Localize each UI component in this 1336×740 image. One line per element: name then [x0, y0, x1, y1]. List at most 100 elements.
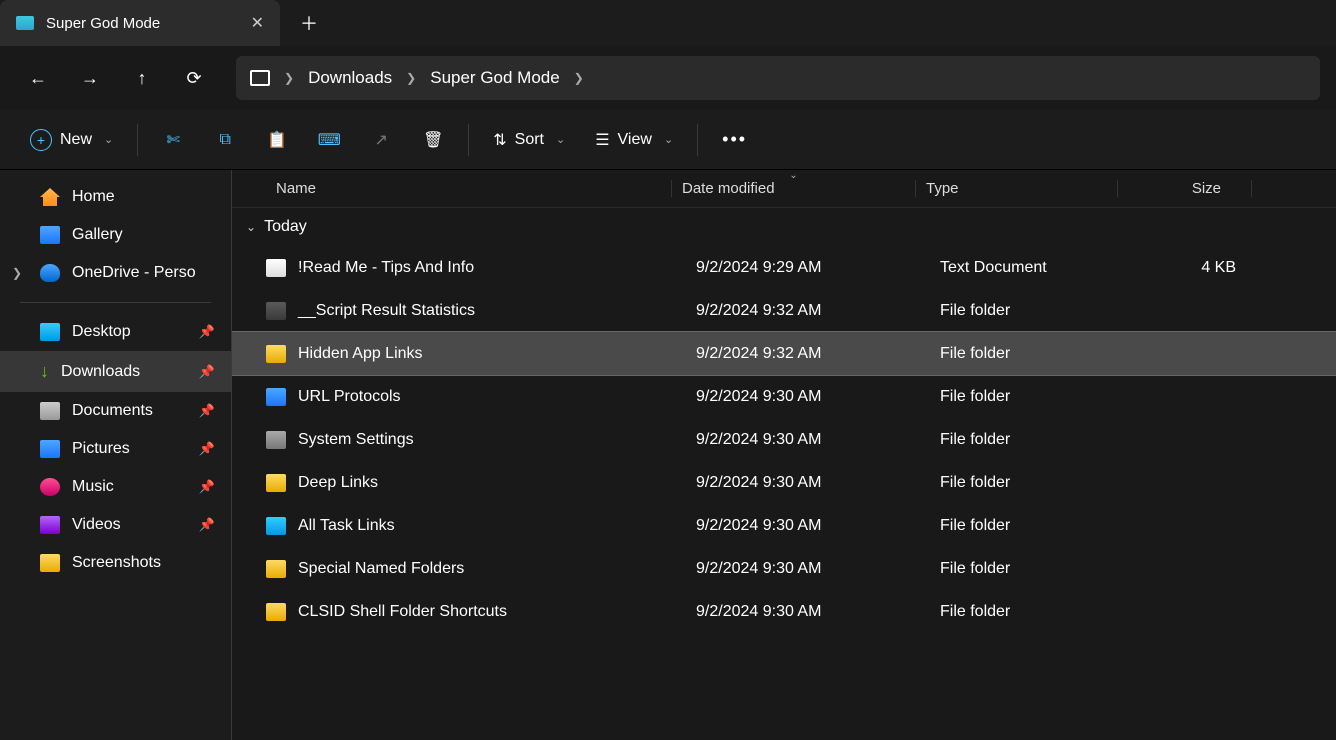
- cloud-icon: [40, 264, 60, 282]
- folder-icon: [16, 16, 34, 30]
- separator: [137, 124, 138, 156]
- sidebar-item-onedrive[interactable]: ❯OneDrive - Perso: [0, 254, 231, 292]
- sidebar-item-downloads[interactable]: ↓ Downloads 📌: [0, 351, 231, 392]
- sidebar-item-videos[interactable]: Videos📌: [0, 506, 231, 544]
- tab-bar: Super God Mode ✕ ＋: [0, 0, 1336, 46]
- file-name: Hidden App Links: [298, 345, 423, 363]
- crumb-current[interactable]: Super God Mode: [430, 68, 559, 88]
- file-name: System Settings: [298, 431, 414, 449]
- more-button[interactable]: •••: [710, 121, 759, 158]
- sidebar-item-documents[interactable]: Documents📌: [0, 392, 231, 430]
- column-date[interactable]: ⌄Date modified: [672, 180, 916, 197]
- pin-icon[interactable]: 📌: [199, 364, 215, 380]
- download-icon: ↓: [40, 361, 49, 382]
- tab-active[interactable]: Super God Mode ✕: [0, 0, 280, 46]
- sidebar: Home Gallery ❯OneDrive - Perso Desktop📌 …: [0, 170, 232, 740]
- file-name: __Script Result Statistics: [298, 302, 475, 320]
- column-date-label: Date modified: [682, 180, 775, 197]
- paste-button[interactable]: 📋: [254, 121, 300, 159]
- sidebar-item-home[interactable]: Home: [0, 178, 231, 216]
- file-type: File folder: [930, 517, 1132, 535]
- rename-button[interactable]: ⌨: [306, 121, 352, 159]
- file-name: All Task Links: [298, 517, 395, 535]
- sidebar-label: Desktop: [72, 323, 131, 341]
- file-row[interactable]: Hidden App Links 9/2/2024 9:32 AMFile fol…: [232, 332, 1336, 375]
- pin-icon[interactable]: 📌: [199, 403, 215, 419]
- desktop-icon: [40, 323, 60, 341]
- sidebar-item-music[interactable]: Music 📌: [0, 468, 231, 506]
- back-button[interactable]: ←: [16, 56, 60, 100]
- sidebar-item-desktop[interactable]: Desktop 📌: [0, 313, 231, 351]
- chevron-right-icon[interactable]: ❯: [12, 266, 22, 280]
- file-icon: [266, 431, 286, 449]
- sort-icon: ⇅: [493, 130, 506, 150]
- chevron-down-icon: ⌄: [664, 133, 673, 146]
- file-date: 9/2/2024 9:32 AM: [686, 345, 930, 363]
- new-label: New: [60, 131, 92, 149]
- file-icon: [266, 560, 286, 578]
- file-row[interactable]: URL Protocols9/2/2024 9:30 AMFile folder: [232, 375, 1336, 418]
- file-row[interactable]: CLSID Shell Folder Shortcuts9/2/2024 9:3…: [232, 590, 1336, 633]
- file-row[interactable]: All Task Links9/2/2024 9:30 AMFile folde…: [232, 504, 1336, 547]
- sidebar-item-gallery[interactable]: Gallery: [0, 216, 231, 254]
- sort-label: Sort: [515, 131, 544, 149]
- chevron-down-icon: ⌄: [556, 133, 565, 146]
- column-type[interactable]: Type: [916, 180, 1118, 197]
- file-date: 9/2/2024 9:29 AM: [686, 259, 930, 277]
- tab-title: Super God Mode: [46, 15, 160, 32]
- pin-icon[interactable]: 📌: [199, 441, 215, 457]
- sidebar-item-screenshots[interactable]: Screenshots: [0, 544, 231, 582]
- file-date: 9/2/2024 9:30 AM: [686, 388, 930, 406]
- file-pane: Name ⌄Date modified Type Size ⌄ Today !R…: [232, 170, 1336, 740]
- group-today[interactable]: ⌄ Today: [232, 208, 1336, 246]
- cut-button[interactable]: ✄: [150, 121, 196, 159]
- file-name: !Read Me - Tips And Info: [298, 259, 474, 277]
- toolbar: + New ⌄ ✄ ⧉ 📋 ⌨ ↗ 🗑 ⇅ Sort ⌄ ☰ View ⌄ ••…: [0, 110, 1336, 170]
- file-icon: [266, 517, 286, 535]
- pin-icon[interactable]: 📌: [199, 517, 215, 533]
- column-size[interactable]: Size: [1118, 180, 1252, 197]
- sidebar-label: Gallery: [72, 226, 123, 244]
- sidebar-label: Screenshots: [72, 554, 161, 572]
- file-row[interactable]: !Read Me - Tips And Info 9/2/2024 9:29 AM…: [232, 246, 1336, 289]
- file-row[interactable]: Special Named Folders9/2/2024 9:30 AMFil…: [232, 547, 1336, 590]
- sidebar-label: Downloads: [61, 363, 140, 381]
- new-button[interactable]: + New ⌄: [18, 121, 125, 159]
- divider: [20, 302, 211, 303]
- pin-icon[interactable]: 📌: [199, 324, 215, 340]
- sidebar-label: Music: [72, 478, 114, 496]
- crumb-downloads[interactable]: Downloads: [308, 68, 392, 88]
- paste-icon: 📋: [266, 129, 288, 151]
- file-date: 9/2/2024 9:30 AM: [686, 431, 930, 449]
- file-date: 9/2/2024 9:30 AM: [686, 603, 930, 621]
- file-date: 9/2/2024 9:30 AM: [686, 560, 930, 578]
- file-row[interactable]: System Settings9/2/2024 9:30 AMFile fold…: [232, 418, 1336, 461]
- file-type: File folder: [930, 388, 1132, 406]
- copy-button[interactable]: ⧉: [202, 121, 248, 159]
- sidebar-item-pictures[interactable]: Pictures📌: [0, 430, 231, 468]
- close-icon[interactable]: ✕: [251, 13, 264, 33]
- music-icon: [40, 478, 60, 496]
- nav-row: ← → ↑ ⟳ ❯ Downloads ❯ Super God Mode ❯: [0, 46, 1336, 110]
- file-type: File folder: [930, 345, 1132, 363]
- pin-icon[interactable]: 📌: [199, 479, 215, 495]
- file-list: !Read Me - Tips And Info 9/2/2024 9:29 AM…: [232, 246, 1336, 633]
- refresh-button[interactable]: ⟳: [172, 56, 216, 100]
- breadcrumb[interactable]: ❯ Downloads ❯ Super God Mode ❯: [236, 56, 1320, 100]
- file-row[interactable]: Deep Links9/2/2024 9:30 AMFile folder: [232, 461, 1336, 504]
- view-button[interactable]: ☰ View ⌄: [583, 122, 685, 158]
- file-row[interactable]: __Script Result Statistics9/2/2024 9:32 …: [232, 289, 1336, 332]
- share-button[interactable]: ↗: [358, 121, 404, 159]
- sort-indicator-icon: ⌄: [789, 170, 797, 181]
- sort-button[interactable]: ⇅ Sort ⌄: [481, 122, 577, 158]
- ellipsis-icon: •••: [722, 129, 747, 150]
- column-name[interactable]: Name: [232, 180, 672, 197]
- file-type: File folder: [930, 302, 1132, 320]
- file-name: Special Named Folders: [298, 560, 464, 578]
- delete-button[interactable]: 🗑: [410, 121, 456, 159]
- chevron-right-icon: ❯: [574, 71, 584, 85]
- forward-button[interactable]: →: [68, 56, 112, 100]
- up-button[interactable]: ↑: [120, 56, 164, 100]
- new-tab-button[interactable]: ＋: [280, 10, 338, 36]
- file-name: Deep Links: [298, 474, 378, 492]
